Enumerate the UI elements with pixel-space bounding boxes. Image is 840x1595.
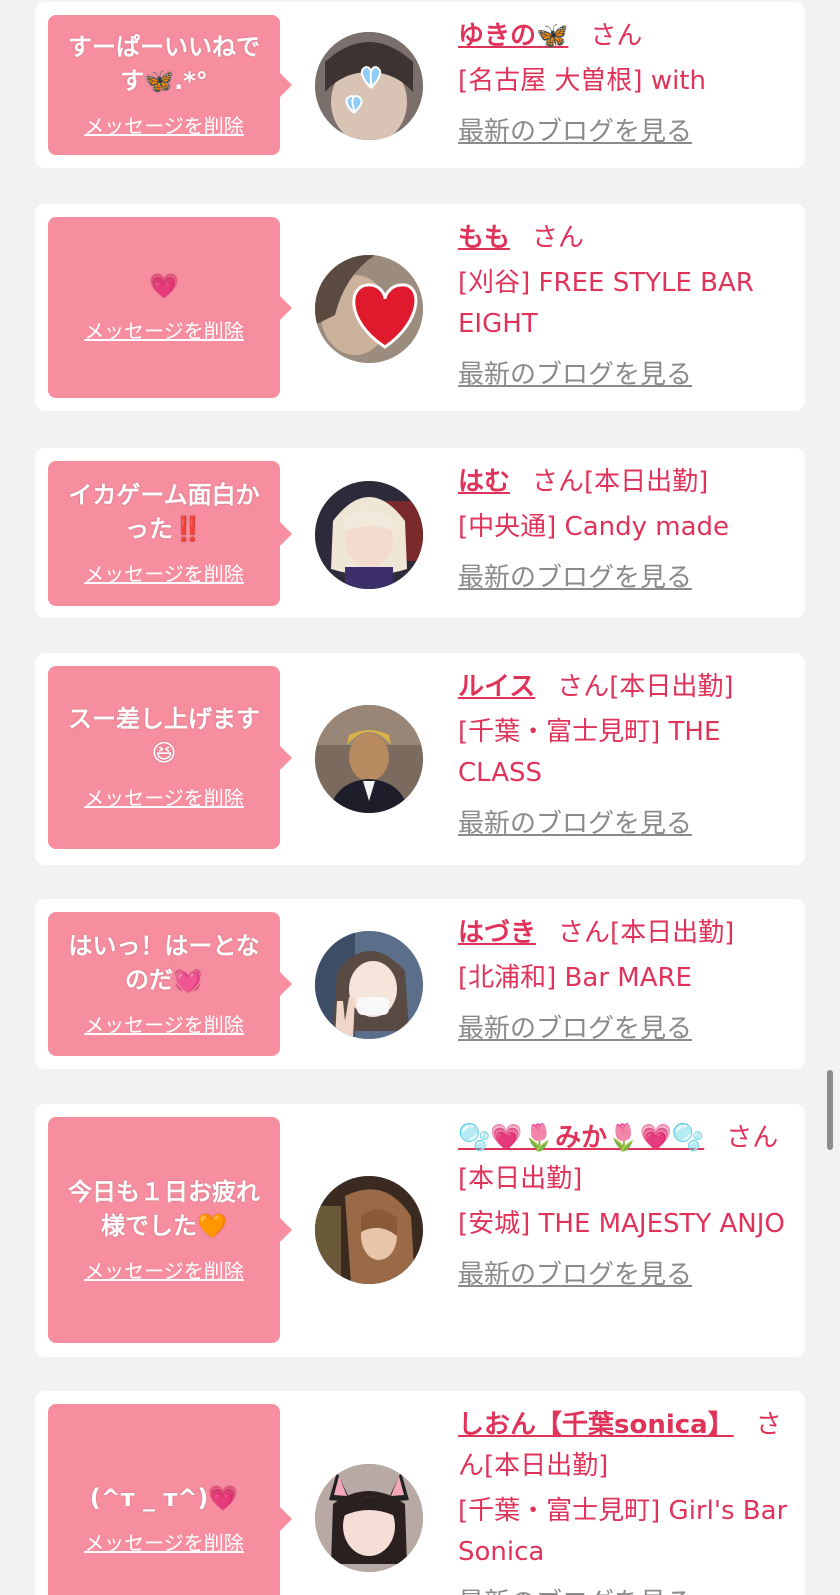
name-line: ゆきの🦋 さん xyxy=(458,16,798,57)
honorific: さん xyxy=(590,21,643,51)
work-status: [本日出勤] xyxy=(584,467,709,497)
latest-blog-link[interactable]: 最新のブログを見る xyxy=(458,804,692,845)
avatar-image xyxy=(315,481,423,589)
message-card: はいっ！はーとなのだ💓 メッセージを削除 はづき さん[本日出勤] [北浦和] B… xyxy=(35,899,805,1069)
work-status: [本日出勤] xyxy=(609,672,734,702)
cast-name-link[interactable]: もも xyxy=(458,223,510,253)
message-bubble: はいっ！はーとなのだ💓 メッセージを削除 xyxy=(48,912,292,1056)
avatar-image xyxy=(315,32,423,140)
avatar-image xyxy=(315,931,423,1039)
delete-message-link[interactable]: メッセージを削除 xyxy=(84,1255,244,1284)
avatar[interactable] xyxy=(315,32,423,140)
message-card: 今日も１日お疲れ様でした🧡 メッセージを削除 🫧💗🌷みか🌷💗🫧 さん [本日出勤] … xyxy=(35,1104,805,1357)
honorific: さん xyxy=(557,672,610,702)
cast-name-link[interactable]: 🫧💗🌷みか🌷💗🫧 xyxy=(458,1123,704,1153)
shop-name: [中央通] Candy made xyxy=(458,512,730,542)
delete-message-link[interactable]: メッセージを削除 xyxy=(84,782,244,811)
message-card: イカゲーム面白かった‼️ メッセージを削除 はむ さん[本日出勤] [中央通] C… xyxy=(35,448,805,618)
latest-blog-link[interactable]: 最新のブログを見る xyxy=(458,1009,692,1050)
avatar-image xyxy=(315,1464,423,1572)
message-card: 💗 メッセージを削除 もも さん [刈谷] FREE STYLE BAR EIGH… xyxy=(35,204,805,411)
latest-blog-link[interactable]: 最新のブログを見る xyxy=(458,355,692,396)
cast-info: はづき さん[本日出勤] [北浦和] Bar MARE 最新のブログを見る xyxy=(458,913,798,1050)
delete-message-link[interactable]: メッセージを削除 xyxy=(84,315,244,344)
latest-blog-link[interactable]: 最新のブログを見る xyxy=(458,1583,692,1595)
work-status: [本日出勤] xyxy=(484,1451,609,1481)
cast-name-link[interactable]: はづき xyxy=(458,918,536,948)
name-line: はむ さん[本日出勤] xyxy=(458,462,798,503)
scrollbar[interactable] xyxy=(827,1070,833,1150)
message-text: 💗 xyxy=(149,272,179,300)
message-card: すーぱーいいねです🦋.*° メッセージを削除 ゆきの🦋 さん [名古屋 大曽根] … xyxy=(35,2,805,168)
message-bubble: 💗 メッセージを削除 xyxy=(48,217,292,398)
cast-info: 🫧💗🌷みか🌷💗🫧 さん [本日出勤] [安城] THE MAJESTY ANJO 最… xyxy=(458,1118,798,1296)
cast-info: もも さん [刈谷] FREE STYLE BAR EIGHT 最新のブログを見る xyxy=(458,218,798,396)
work-status: [本日出勤] xyxy=(610,918,735,948)
name-line: 🫧💗🌷みか🌷💗🫧 さん [本日出勤] xyxy=(458,1118,798,1200)
message-card: スー差し上げます😆 メッセージを削除 ルイス さん[本日出勤] [千葉・富士見町]… xyxy=(35,653,805,865)
avatar[interactable] xyxy=(315,931,423,1039)
message-bubble: スー差し上げます😆 メッセージを削除 xyxy=(48,666,292,849)
shop-name: [千葉・富士見町] THE CLASS xyxy=(458,717,721,788)
cast-info: しおん【千葉sonica】 さん[本日出勤] [千葉・富士見町] Girl's B… xyxy=(458,1405,798,1595)
cast-info: ルイス さん[本日出勤] [千葉・富士見町] THE CLASS 最新のブログを見… xyxy=(458,667,798,845)
message-bubble: 今日も１日お疲れ様でした🧡 メッセージを削除 xyxy=(48,1117,292,1343)
shop-name: [名古屋 大曽根] with xyxy=(458,66,706,96)
message-bubble: (^т _ т^)💗 メッセージを削除 xyxy=(48,1404,292,1595)
message-text: イカゲーム面白かった‼️ xyxy=(68,481,260,543)
shop-name: [安城] THE MAJESTY ANJO xyxy=(458,1209,785,1239)
shop-name: [北浦和] Bar MARE xyxy=(458,963,692,993)
delete-message-link[interactable]: メッセージを削除 xyxy=(84,110,244,139)
cast-name-link[interactable]: しおん【千葉sonica】 xyxy=(458,1410,734,1440)
name-line: はづき さん[本日出勤] xyxy=(458,913,798,954)
cast-info: はむ さん[本日出勤] [中央通] Candy made 最新のブログを見る xyxy=(458,462,798,599)
cast-name-link[interactable]: ルイス xyxy=(458,672,535,702)
shop-name: [千葉・富士見町] Girl's Bar Sonica xyxy=(458,1496,788,1567)
message-text: はいっ！はーとなのだ💓 xyxy=(68,931,260,994)
message-bubble: すーぱーいいねです🦋.*° メッセージを削除 xyxy=(48,15,292,155)
shop-name: [刈谷] FREE STYLE BAR EIGHT xyxy=(458,268,754,339)
honorific: さん xyxy=(726,1123,779,1153)
message-text: スー差し上げます😆 xyxy=(68,705,260,767)
name-line: しおん【千葉sonica】 さん[本日出勤] xyxy=(458,1405,798,1487)
name-line: ルイス さん[本日出勤] xyxy=(458,667,798,708)
message-text: (^т _ т^)💗 xyxy=(89,1483,239,1512)
work-status: [本日出勤] xyxy=(458,1164,583,1194)
name-line: もも さん xyxy=(458,218,798,259)
cast-name-link[interactable]: ゆきの🦋 xyxy=(458,21,568,51)
message-bubble: イカゲーム面白かった‼️ メッセージを削除 xyxy=(48,461,292,606)
avatar-image xyxy=(315,1176,423,1284)
avatar-image xyxy=(315,705,423,813)
avatar[interactable] xyxy=(315,255,423,363)
delete-message-link[interactable]: メッセージを削除 xyxy=(84,1009,244,1038)
latest-blog-link[interactable]: 最新のブログを見る xyxy=(458,558,692,599)
avatar[interactable] xyxy=(315,1176,423,1284)
latest-blog-link[interactable]: 最新のブログを見る xyxy=(458,1255,692,1296)
message-text: 今日も１日お疲れ様でした🧡 xyxy=(68,1177,260,1240)
avatar-image xyxy=(315,255,423,363)
latest-blog-link[interactable]: 最新のブログを見る xyxy=(458,112,692,153)
avatar[interactable] xyxy=(315,1464,423,1572)
honorific: さん xyxy=(532,467,585,497)
honorific: さん xyxy=(558,918,611,948)
message-list: すーぱーいいねです🦋.*° メッセージを削除 ゆきの🦋 さん [名古屋 大曽根] … xyxy=(0,0,840,1595)
delete-message-link[interactable]: メッセージを削除 xyxy=(84,1527,244,1556)
message-card: (^т _ т^)💗 メッセージを削除 しおん【千葉sonica】 さん[本日出勤… xyxy=(35,1391,805,1595)
avatar[interactable] xyxy=(315,481,423,589)
cast-name-link[interactable]: はむ xyxy=(458,467,510,497)
message-text: すーぱーいいねです🦋.*° xyxy=(68,32,260,95)
delete-message-link[interactable]: メッセージを削除 xyxy=(84,558,244,587)
cast-info: ゆきの🦋 さん [名古屋 大曽根] with 最新のブログを見る xyxy=(458,16,798,153)
honorific: さん xyxy=(532,223,585,253)
avatar[interactable] xyxy=(315,705,423,813)
